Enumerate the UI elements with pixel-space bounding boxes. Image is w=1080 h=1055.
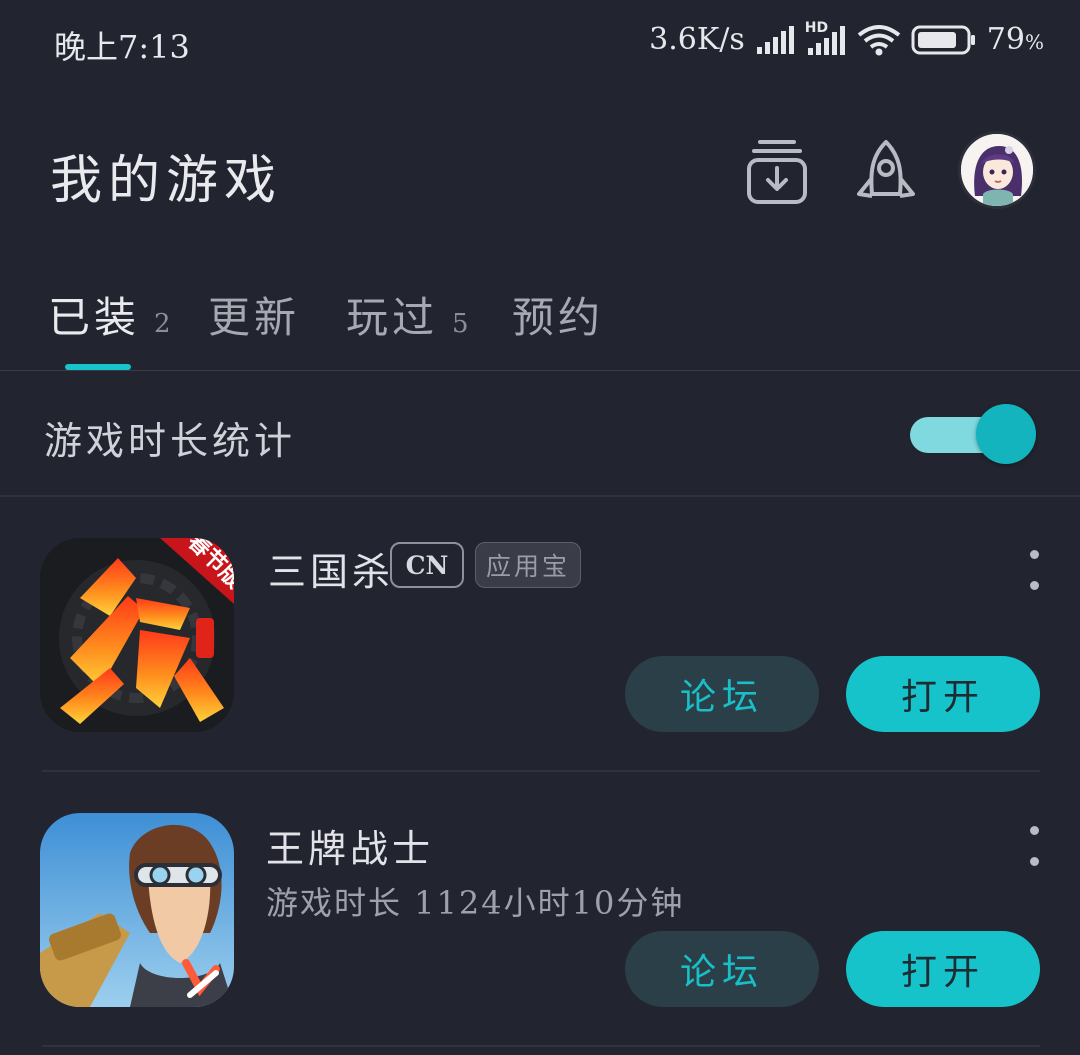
game-icon-sanguosha[interactable]: 春节版 — [40, 538, 234, 732]
tab-reservations[interactable]: 预约 — [512, 284, 604, 345]
hd-signal-icon: HD — [805, 20, 847, 56]
download-manager-button[interactable] — [746, 138, 810, 208]
download-manager-icon — [747, 140, 807, 204]
sanguosha-logo-icon: 春节版 — [40, 538, 234, 732]
battery-icon — [911, 25, 975, 54]
more-options-icon[interactable] — [1024, 550, 1044, 590]
wangpaizhanshi-art-icon — [40, 813, 234, 1007]
section-divider — [0, 495, 1080, 497]
open-button[interactable]: 打开 — [846, 656, 1040, 732]
tab-label: 玩过 — [346, 293, 439, 342]
page-title: 我的游戏 — [50, 151, 283, 211]
rocket-icon — [857, 140, 915, 198]
more-options-icon[interactable] — [1024, 826, 1044, 866]
tab-count: 5 — [452, 309, 469, 339]
item-divider — [42, 1045, 1040, 1047]
tab-played[interactable]: 玩过 5 — [346, 284, 469, 345]
avatar-image — [961, 134, 1033, 206]
item-divider — [42, 770, 1040, 772]
tab-label: 更新 — [208, 293, 301, 342]
tab-count: 2 — [154, 309, 171, 339]
net-speed: 3.6K/s — [649, 22, 745, 57]
game-icon-wangpaizhanshi[interactable] — [40, 813, 234, 1007]
forum-button[interactable]: 论坛 — [625, 931, 819, 1007]
region-badge: CN — [390, 542, 464, 588]
playtime-stats-label: 游戏时长统计 — [44, 419, 297, 463]
tab-label: 预约 — [512, 293, 605, 342]
game-name: 王牌战士 — [266, 827, 435, 871]
accelerator-button[interactable] — [854, 138, 918, 208]
game-playtime: 游戏时长 1124小时10分钟 — [266, 884, 685, 922]
playtime-stats-toggle[interactable] — [910, 404, 1036, 464]
store-badge: 应用宝 — [475, 542, 581, 588]
signal-icon — [756, 25, 794, 54]
avatar[interactable] — [958, 131, 1036, 209]
tab-updates[interactable]: 更新 — [208, 284, 300, 345]
forum-button[interactable]: 论坛 — [625, 656, 819, 732]
status-icons: 3.6K/s HD 79% — [649, 20, 1044, 58]
game-name: 三国杀 — [268, 550, 395, 594]
status-time: 晚上7:13 — [54, 28, 190, 66]
tabs-divider — [0, 370, 1080, 371]
open-button[interactable]: 打开 — [846, 931, 1040, 1007]
battery-level: 79% — [986, 22, 1044, 57]
tab-installed[interactable]: 已装 2 — [48, 284, 171, 345]
wifi-icon — [857, 24, 901, 55]
tab-label: 已装 — [48, 293, 141, 342]
toggle-knob — [976, 404, 1036, 464]
